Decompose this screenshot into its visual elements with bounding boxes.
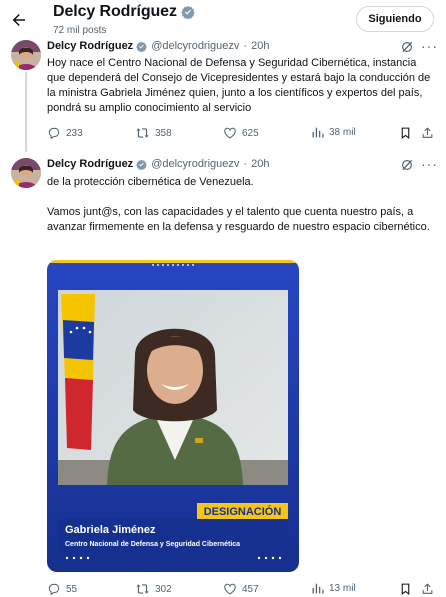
separator-dot: · <box>243 40 248 52</box>
reply-icon <box>47 126 61 140</box>
profile-name: Delcy Rodríguez <box>53 3 177 20</box>
more-options-icon[interactable]: ··· <box>421 156 438 172</box>
author-name[interactable]: Delcy Rodríguez <box>47 158 133 170</box>
grok-icon[interactable] <box>400 158 414 172</box>
views-button[interactable]: 38 mil <box>311 126 356 139</box>
author-handle[interactable]: @delcyrodriguezv <box>151 40 239 52</box>
following-button[interactable]: Siguiendo <box>356 6 434 32</box>
heart-icon <box>223 126 237 140</box>
thread-line <box>25 72 27 152</box>
separator-dot: · <box>243 158 248 170</box>
image-person-title: Centro Nacional de Defensa y Seguridad C… <box>65 541 240 548</box>
like-button[interactable]: 457 <box>223 582 259 596</box>
reply-button[interactable]: 233 <box>47 126 83 140</box>
analytics-icon <box>311 126 324 139</box>
repost-count: 302 <box>155 583 172 595</box>
views-button[interactable]: 13 mil <box>311 582 356 595</box>
reply-count: 233 <box>66 127 83 139</box>
reply-count: 55 <box>66 583 78 595</box>
share-icon[interactable] <box>421 582 434 596</box>
posts-count: 72 mil posts <box>53 25 107 36</box>
author-handle[interactable]: @delcyrodriguezv <box>151 158 239 170</box>
tweet-text: Hoy nace el Centro Nacional de Defensa y… <box>47 57 434 114</box>
bookmark-icon[interactable] <box>399 582 412 596</box>
view-count: 38 mil <box>329 127 356 138</box>
reply-icon <box>47 582 61 596</box>
post-time[interactable]: 20h <box>251 158 269 170</box>
reply-button[interactable]: 55 <box>47 582 77 596</box>
share-icon[interactable] <box>421 126 434 140</box>
avatar[interactable] <box>11 40 41 70</box>
more-options-icon[interactable]: ··· <box>421 38 438 54</box>
analytics-icon <box>311 582 324 595</box>
heart-icon <box>223 582 237 596</box>
repost-count: 358 <box>155 127 172 139</box>
like-count: 625 <box>242 127 259 139</box>
tweet-text: de la protección cibernética de Venezuel… <box>47 176 430 233</box>
repost-icon <box>135 126 150 140</box>
avatar[interactable] <box>11 158 41 188</box>
designation-banner: DESIGNACIÓN <box>204 505 282 518</box>
verified-badge-icon <box>136 41 148 52</box>
profile-title: Delcy Rodríguez <box>53 3 195 21</box>
bookmark-icon[interactable] <box>399 126 412 140</box>
post-time[interactable]: 20h <box>251 40 269 52</box>
author-name[interactable]: Delcy Rodríguez <box>47 40 133 52</box>
repost-button[interactable]: 302 <box>135 582 172 596</box>
like-button[interactable]: 625 <box>223 126 259 140</box>
tweet-header: Delcy Rodríguez @delcyrodriguezv · 20h <box>47 158 269 170</box>
image-person-name: Gabriela Jiménez <box>65 524 156 536</box>
repost-button[interactable]: 358 <box>135 126 172 140</box>
repost-icon <box>135 582 150 596</box>
back-arrow-icon[interactable] <box>10 11 28 29</box>
grok-icon[interactable] <box>400 40 414 54</box>
tweet-header: Delcy Rodríguez @delcyrodriguezv · 20h <box>47 40 269 52</box>
verified-badge-icon <box>181 5 195 19</box>
verified-badge-icon <box>136 159 148 170</box>
view-count: 13 mil <box>329 583 356 594</box>
like-count: 457 <box>242 583 259 595</box>
post-image[interactable]: DESIGNACIÓN Gabriela Jiménez Centro Naci… <box>47 260 299 572</box>
